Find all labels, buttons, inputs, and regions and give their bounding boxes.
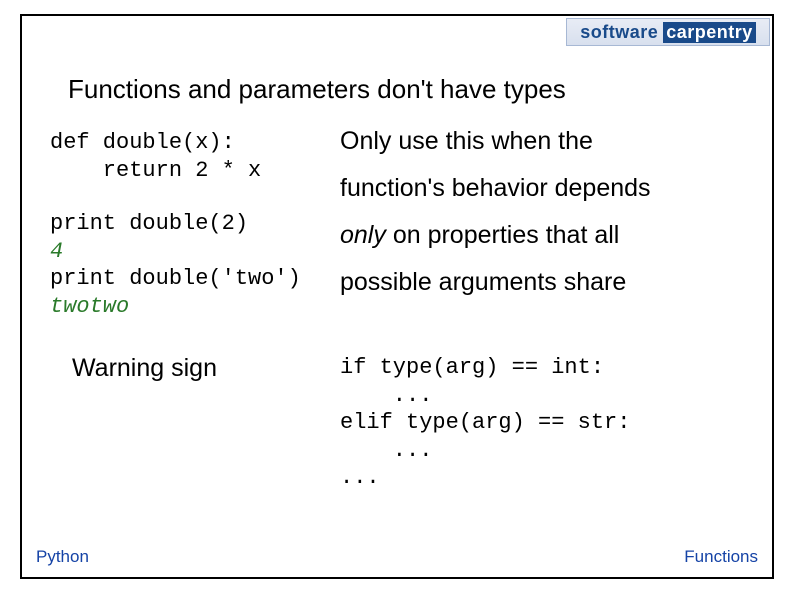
- slide-heading: Functions and parameters don't have type…: [68, 74, 744, 105]
- code-line: ...: [340, 465, 380, 490]
- slide-frame: software carpentry Functions and paramet…: [20, 14, 774, 579]
- code-line: def double(x):: [50, 130, 235, 155]
- bottom-right: if type(arg) == int: ... elif type(arg) …: [330, 354, 744, 492]
- code-output: twotwo: [50, 294, 129, 319]
- left-column: def double(x): return 2 * x print double…: [50, 129, 330, 320]
- para-line: Only use this when the: [340, 129, 744, 154]
- right-column: Only use this when the function's behavi…: [330, 129, 744, 320]
- para-line: function's behavior depends: [340, 176, 744, 201]
- code-block-def: def double(x): return 2 * x: [50, 129, 330, 184]
- code-line: elif type(arg) == str:: [340, 410, 630, 435]
- code-line: if type(arg) == int:: [340, 355, 604, 380]
- footer-left: Python: [36, 547, 89, 567]
- warning-sign-label: Warning sign: [72, 354, 330, 383]
- footer-right: Functions: [684, 547, 758, 567]
- code-line: ...: [340, 383, 432, 408]
- bottom-row: Warning sign if type(arg) == int: ... el…: [50, 354, 744, 492]
- para-line: only on properties that all: [340, 223, 744, 248]
- code-line: return 2 * x: [50, 158, 261, 183]
- code-line: print double(2): [50, 211, 248, 236]
- code-output: 4: [50, 239, 63, 264]
- code-block-prints: print double(2) 4 print double('two') tw…: [50, 210, 330, 320]
- code-line: print double('two'): [50, 266, 301, 291]
- para-rest: on properties that all: [386, 221, 619, 249]
- logo-text-left: software: [580, 22, 658, 43]
- software-carpentry-logo: software carpentry: [566, 18, 770, 46]
- bottom-left: Warning sign: [50, 354, 330, 492]
- para-line: possible arguments share: [340, 270, 744, 295]
- two-column-row: def double(x): return 2 * x print double…: [50, 129, 744, 320]
- code-line: ...: [340, 438, 432, 463]
- logo-text-right: carpentry: [663, 22, 756, 43]
- code-block-types: if type(arg) == int: ... elif type(arg) …: [340, 354, 744, 492]
- italic-word: only: [340, 221, 386, 249]
